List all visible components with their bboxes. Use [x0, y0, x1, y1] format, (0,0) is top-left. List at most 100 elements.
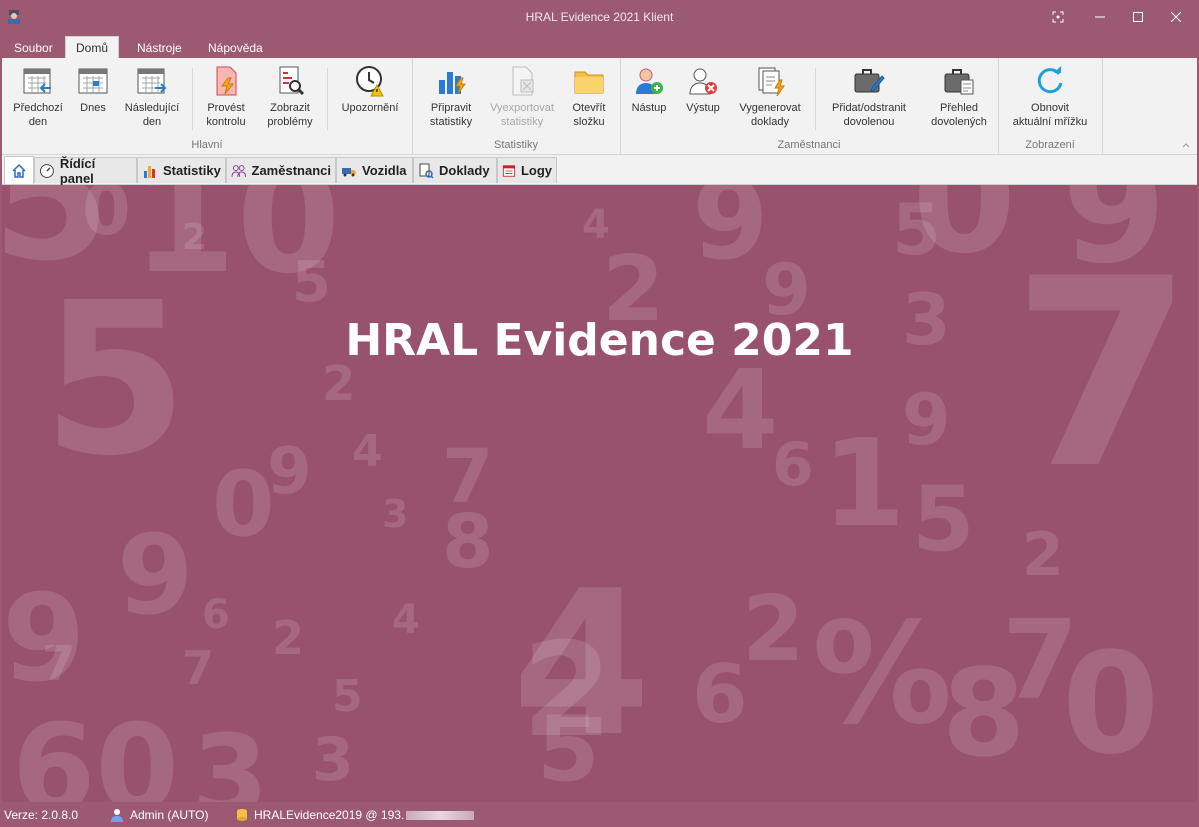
documents-lightning-icon	[758, 67, 785, 97]
show-problems-label-2: problémy	[267, 116, 313, 128]
vacation-overview-label-1: Přehled	[940, 102, 978, 114]
tab-doklady[interactable]: Doklady	[413, 157, 497, 183]
minimize-icon	[1095, 16, 1105, 18]
users-icon	[231, 164, 247, 177]
refresh-grid-label-2: aktuální mřížku	[1012, 116, 1088, 128]
tab-vozidla[interactable]: Vozidla	[336, 157, 413, 183]
group-label-hlavni: Hlavní	[191, 139, 223, 151]
export-statistics-button[interactable]: Vyexportovat statistiky	[484, 62, 560, 129]
separator	[192, 68, 193, 130]
tab-logy-label: Logy	[520, 163, 552, 178]
add-remove-vacation-label-1: Přidat/odstranit	[832, 102, 906, 114]
tab-zamestnanci[interactable]: Zaměstnanci	[226, 157, 336, 183]
calendar-today-icon	[78, 68, 108, 94]
user-remove-icon	[689, 68, 717, 95]
today-label: Dnes	[80, 102, 106, 114]
screen-capture-button[interactable]	[1036, 0, 1080, 34]
welcome-title: HRAL Evidence 2021	[345, 315, 854, 366]
bar-chart-icon	[144, 165, 155, 178]
onboarding-button[interactable]: Nástup	[626, 62, 672, 115]
folder-icon	[574, 71, 604, 94]
tab-doklady-label: Doklady	[439, 163, 490, 178]
refresh-grid-label-1: Obnovit	[1031, 102, 1069, 114]
vacation-overview-button[interactable]: Přehled dovolených	[926, 62, 992, 129]
calendar-forward-icon	[137, 68, 167, 94]
capture-icon	[1052, 11, 1064, 23]
status-database-text: HRALEvidence2019 @ 193.	[254, 808, 405, 822]
notifications-label: Upozornění	[341, 102, 399, 114]
excel-export-icon	[512, 66, 534, 96]
export-statistics-label-1: Vyexportovat	[490, 102, 554, 114]
run-check-button[interactable]: Provést kontrolu	[198, 62, 254, 129]
status-user: Admin (AUTO)	[110, 808, 208, 822]
tab-ridici-panel-label: Řídící panel	[59, 155, 96, 186]
document-search-icon	[419, 163, 434, 179]
next-day-button[interactable]: Následující den	[118, 62, 186, 129]
tab-zamestnanci-label: Zaměstnanci	[251, 163, 331, 178]
truck-icon	[342, 167, 356, 176]
refresh-grid-button[interactable]: Obnovit aktuální mřížku	[1002, 62, 1098, 129]
menu-tab-domu[interactable]: Domů	[65, 36, 120, 59]
menu-tab-soubor[interactable]: Soubor	[4, 38, 63, 58]
tab-home[interactable]	[4, 156, 34, 184]
show-problems-button[interactable]: Zobrazit problémy	[260, 62, 320, 129]
open-folder-label-1: Otevřít	[572, 102, 606, 114]
close-button[interactable]	[1154, 0, 1198, 34]
ribbon: Předchozí den Dnes Následující den Prové…	[2, 58, 1197, 155]
redacted-ip	[406, 810, 475, 820]
add-remove-vacation-button[interactable]: Přidat/odstranit dovolenou	[822, 62, 916, 129]
refresh-icon	[1037, 66, 1063, 94]
maximize-icon	[1133, 12, 1143, 22]
document-tab-strip: Řídící panel Statistiky Zaměstnanci Vozi…	[2, 155, 1197, 186]
previous-day-label-1: Předchozí	[13, 102, 63, 114]
status-bar: Verze: 2.0.8.0 Admin (AUTO) HRALEvidence…	[0, 803, 1199, 827]
status-version: Verze: 2.0.8.0	[4, 808, 78, 822]
offboarding-button[interactable]: Výstup	[680, 62, 726, 115]
bar-chart-icon	[439, 72, 466, 95]
today-button[interactable]: Dnes	[74, 62, 112, 115]
menu-bar: Soubor Domů Nástroje Nápověda	[0, 34, 1199, 59]
status-database: HRALEvidence2019 @ 193.	[236, 808, 475, 822]
user-icon	[111, 809, 123, 822]
add-remove-vacation-label-2: dovolenou	[843, 116, 895, 128]
group-statistiky: Připravit statistiky Vyexportovat statis…	[412, 58, 621, 154]
calendar-back-icon	[23, 68, 51, 94]
open-folder-label-2: složku	[573, 116, 605, 128]
window-title: HRAL Evidence 2021 Klient	[525, 10, 674, 24]
log-list-icon	[502, 164, 516, 177]
tab-statistiky[interactable]: Statistiky	[137, 157, 226, 183]
previous-day-button[interactable]: Předchozí den	[8, 62, 68, 129]
document-lightning-icon	[216, 66, 237, 96]
onboarding-label: Nástup	[631, 102, 667, 114]
suitcase-edit-icon	[854, 69, 885, 93]
group-label-zobrazeni: Zobrazení	[1025, 139, 1075, 151]
tab-logy[interactable]: Logy	[497, 157, 557, 183]
menu-tab-nastroje[interactable]: Nástroje	[127, 38, 192, 58]
run-check-label-2: kontrolu	[206, 116, 246, 128]
clock-warning-icon	[356, 66, 384, 97]
report-search-icon	[279, 66, 305, 96]
dashboard-gauge-icon	[39, 163, 54, 178]
next-day-label-2: den	[142, 116, 162, 128]
tab-vozidla-label: Vozidla	[362, 163, 407, 178]
group-zamestnanci: Nástup Výstup Vygenerovat doklady Přidat…	[620, 58, 999, 154]
generate-documents-button[interactable]: Vygenerovat doklady	[732, 62, 808, 129]
generate-documents-label-2: doklady	[751, 116, 789, 128]
next-day-label-1: Následující	[124, 102, 180, 114]
open-folder-button[interactable]: Otevřít složku	[564, 62, 614, 129]
tab-statistiky-label: Statistiky	[163, 163, 221, 178]
tab-ridici-panel[interactable]: Řídící panel	[34, 155, 137, 186]
generate-documents-label-1: Vygenerovat	[739, 102, 801, 114]
collapse-ribbon-icon[interactable]	[1182, 142, 1190, 148]
user-add-icon	[636, 68, 663, 94]
group-zobrazeni: Obnovit aktuální mřížku Zobrazení	[998, 58, 1103, 154]
menu-tab-napoveda[interactable]: Nápověda	[198, 38, 273, 58]
database-icon	[237, 809, 247, 821]
prepare-statistics-button[interactable]: Připravit statistiky	[420, 62, 482, 129]
group-label-statistiky: Statistiky	[493, 139, 538, 151]
suitcase-list-icon	[944, 69, 974, 95]
notifications-button[interactable]: Upozornění	[336, 62, 404, 115]
home-icon	[12, 163, 26, 178]
separator	[327, 68, 328, 130]
export-statistics-label-2: statistiky	[500, 116, 544, 128]
